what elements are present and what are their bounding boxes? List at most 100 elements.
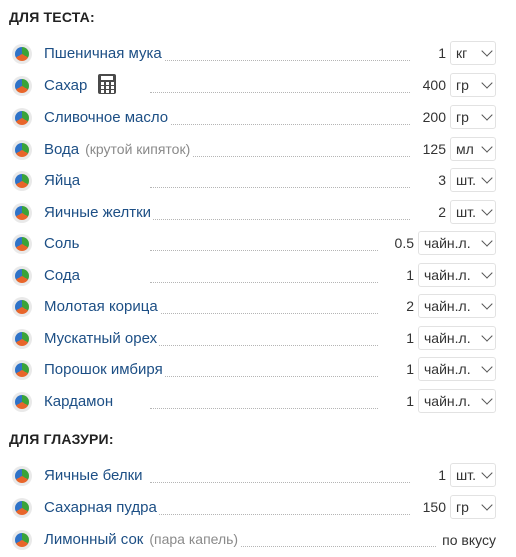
pie-chart-icon[interactable] xyxy=(12,466,32,486)
ingredient-name: Яйца xyxy=(44,172,81,189)
ingredient-row: Пшеничная мука 1 кг xyxy=(0,40,516,66)
unit-value: кг xyxy=(456,45,468,61)
chevron-down-icon xyxy=(481,298,493,310)
calculator-key xyxy=(106,86,109,89)
pie-chart-disc xyxy=(15,501,29,515)
pie-chart-icon[interactable] xyxy=(12,360,32,380)
pie-chart-icon[interactable] xyxy=(12,140,32,160)
section-title: ДЛЯ ТЕСТА: xyxy=(9,9,95,25)
pie-chart-icon[interactable] xyxy=(12,203,32,223)
pie-chart-disc xyxy=(15,395,29,409)
ingredient-row: Яичные белки 1 шт. xyxy=(0,462,516,488)
unit-value: чайн.л. xyxy=(424,267,471,283)
calculator-key xyxy=(111,82,114,85)
pie-chart-disc xyxy=(15,332,29,346)
chevron-down-icon xyxy=(481,393,493,405)
unit-value: мл xyxy=(456,141,474,157)
pie-chart-icon[interactable] xyxy=(12,234,32,254)
ingredient-name-link[interactable]: Сода xyxy=(44,267,82,284)
unit-select[interactable]: чайн.л. xyxy=(418,231,496,255)
unit-value: гр xyxy=(456,109,469,125)
pie-chart-disc xyxy=(15,300,29,314)
pie-chart-icon[interactable] xyxy=(12,171,32,191)
ingredient-quantity: 400 xyxy=(422,77,446,93)
ingredient-name-link[interactable]: Сахар xyxy=(44,77,90,94)
ingredient-name-link[interactable]: Кардамон xyxy=(44,393,116,410)
dotted-leader xyxy=(150,219,410,220)
pie-chart-icon[interactable] xyxy=(12,266,32,286)
ingredient-name-link[interactable]: Пшеничная мука xyxy=(44,45,164,62)
dotted-leader xyxy=(150,60,410,61)
unit-select[interactable]: чайн.л. xyxy=(418,294,496,318)
pie-chart-icon[interactable] xyxy=(12,329,32,349)
ingredient-name-link[interactable]: Лимонный сок (пара капель) xyxy=(44,531,241,548)
dotted-leader xyxy=(150,376,378,377)
ingredient-name-link[interactable]: Порошок имбиря xyxy=(44,361,165,378)
unit-value: гр xyxy=(456,77,469,93)
unit-select[interactable]: чайн.л. xyxy=(418,263,496,287)
ingredient-name-link[interactable]: Яйца xyxy=(44,172,83,189)
dotted-leader xyxy=(150,313,378,314)
unit-value: шт. xyxy=(456,467,476,483)
unit-select[interactable]: шт. xyxy=(450,168,496,192)
pie-chart-disc xyxy=(15,79,29,93)
unit-select[interactable]: кг xyxy=(450,41,496,65)
pie-chart-disc xyxy=(15,237,29,251)
ingredient-name: Лимонный сок xyxy=(44,531,144,548)
pie-chart-icon[interactable] xyxy=(12,44,32,64)
pie-chart-disc xyxy=(15,206,29,220)
unit-select[interactable]: гр xyxy=(450,73,496,97)
ingredient-name: Вода xyxy=(44,141,80,158)
pie-chart-icon[interactable] xyxy=(12,392,32,412)
ingredient-name-link[interactable]: Соль xyxy=(44,235,82,252)
pie-chart-disc xyxy=(15,143,29,157)
pie-chart-icon[interactable] xyxy=(12,108,32,128)
ingredient-quantity: 0.5 xyxy=(394,235,414,251)
unit-select[interactable]: гр xyxy=(450,105,496,129)
ingredient-name: Яичные белки xyxy=(44,467,143,484)
pie-chart-disc xyxy=(15,469,29,483)
ingredient-row: Сахар 400 гр xyxy=(0,72,516,98)
pie-chart-icon[interactable] xyxy=(12,297,32,317)
ingredient-name-link[interactable]: Яичные белки xyxy=(44,467,145,484)
ingredient-name: Сахар xyxy=(44,77,88,94)
calculator-icon[interactable] xyxy=(98,74,116,94)
calculator-key xyxy=(111,86,114,89)
ingredient-quantity: 1 xyxy=(406,267,414,283)
unit-value: чайн.л. xyxy=(424,298,471,314)
unit-value: чайн.л. xyxy=(424,361,471,377)
unit-value: чайн.л. xyxy=(424,330,471,346)
unit-select[interactable]: шт. xyxy=(450,200,496,224)
unit-select[interactable]: шт. xyxy=(450,463,496,487)
pie-chart-icon[interactable] xyxy=(12,498,32,518)
unit-select[interactable]: чайн.л. xyxy=(418,357,496,381)
ingredient-name-link[interactable]: Вода (крутой кипяток) xyxy=(44,141,193,158)
ingredient-name-link[interactable]: Мускатный орех xyxy=(44,330,160,347)
unit-value: гр xyxy=(456,499,469,515)
ingredient-quantity: 125 xyxy=(422,141,446,157)
ingredient-name-link[interactable]: Сливочное масло xyxy=(44,109,171,126)
ingredient-quantity: 1 xyxy=(406,393,414,409)
unit-select[interactable]: чайн.л. xyxy=(418,326,496,350)
calculator-key xyxy=(111,90,114,93)
to-taste-label: по вкусу xyxy=(442,532,496,548)
pie-chart-icon[interactable] xyxy=(12,530,32,550)
ingredient-quantity: 1 xyxy=(438,467,446,483)
chevron-down-icon xyxy=(481,499,493,511)
ingredient-name-link[interactable]: Сахарная пудра xyxy=(44,499,159,516)
ingredient-row: Сода 1 чайн.л. xyxy=(0,262,516,288)
unit-select[interactable]: гр xyxy=(450,495,496,519)
calculator-key xyxy=(106,82,109,85)
unit-select[interactable]: чайн.л. xyxy=(418,389,496,413)
pie-chart-disc xyxy=(15,47,29,61)
ingredient-quantity: 200 xyxy=(422,109,446,125)
pie-chart-icon[interactable] xyxy=(12,76,32,96)
unit-select[interactable]: мл xyxy=(450,137,496,161)
ingredient-quantity: 1 xyxy=(406,330,414,346)
ingredient-name-link[interactable]: Яичные желтки xyxy=(44,204,154,221)
chevron-down-icon xyxy=(481,141,493,153)
ingredient-name: Пшеничная мука xyxy=(44,45,162,62)
ingredient-row: Яйца 3 шт. xyxy=(0,167,516,193)
chevron-down-icon xyxy=(481,204,493,216)
ingredient-name-link[interactable]: Молотая корица xyxy=(44,298,160,315)
